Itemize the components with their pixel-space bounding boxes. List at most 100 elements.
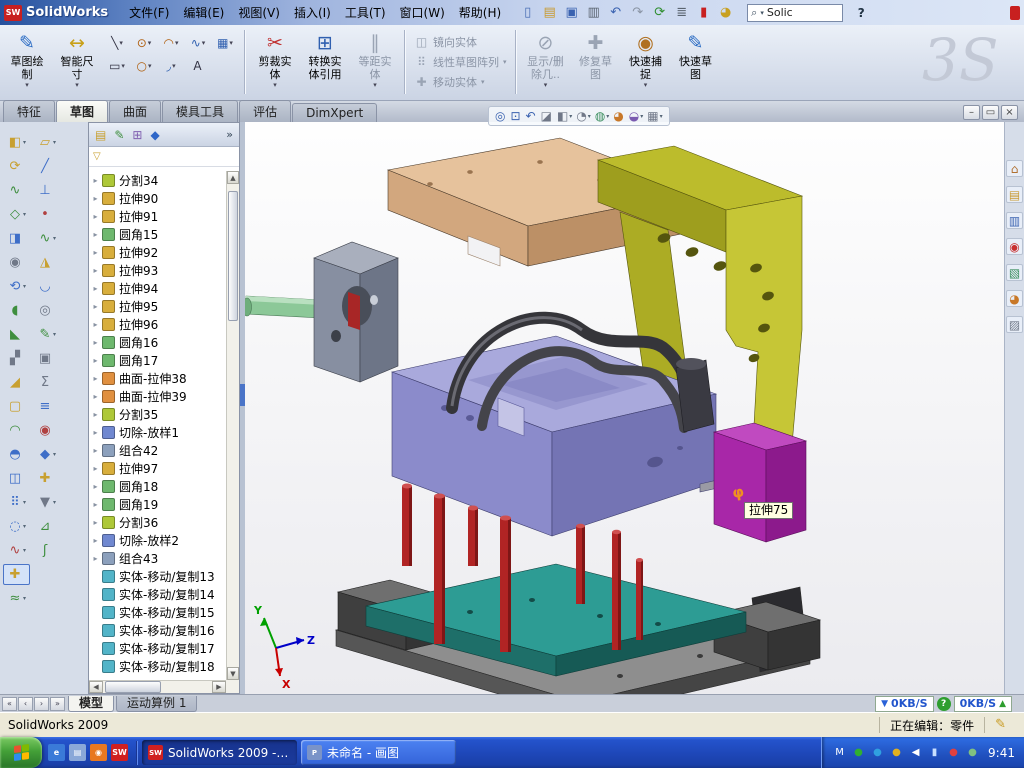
expand-arrow-icon[interactable]: ▸: [89, 284, 102, 293]
tree-item[interactable]: ▸ 拉伸91: [89, 207, 226, 225]
dimxpert-tool-icon[interactable]: ◆ ▾: [33, 444, 60, 465]
command-button[interactable]: ✚ 修复草图: [571, 28, 621, 92]
ellipse-icon[interactable]: ○ ▾: [131, 55, 157, 76]
restore-button[interactable]: ▭: [982, 105, 999, 120]
dropdown-arrow-icon[interactable]: ▾: [544, 81, 548, 89]
dropdown-arrow-icon[interactable]: ▾: [481, 78, 485, 86]
spline-tool-icon[interactable]: ʃ: [33, 540, 60, 561]
rebuild-icon[interactable]: ⟳: [650, 3, 669, 22]
edit-appearance-icon[interactable]: ◕: [716, 3, 735, 22]
view-orientation-icon[interactable]: ◧ ▾: [556, 109, 573, 123]
revolve-cut-icon[interactable]: ⟲ ▾: [3, 276, 30, 297]
home-icon[interactable]: ⌂: [1006, 160, 1023, 177]
commandmanager-tab[interactable]: DimXpert: [292, 103, 377, 122]
lofted-boss-icon[interactable]: ◇ ▾: [3, 204, 30, 225]
dropdown-arrow-icon[interactable]: ▾: [53, 331, 56, 338]
dropdown-arrow-icon[interactable]: ▾: [175, 39, 179, 47]
design-library-icon[interactable]: ▤: [1006, 186, 1023, 203]
tab-nav-button[interactable]: ‹: [18, 697, 33, 711]
previous-view-icon[interactable]: ↶: [525, 109, 538, 123]
dropdown-arrow-icon[interactable]: ▾: [53, 451, 56, 458]
sketch-picture-icon[interactable]: ▣: [33, 348, 60, 369]
expand-arrow-icon[interactable]: ▸: [89, 428, 102, 437]
mirror-feature-icon[interactable]: ◫: [3, 468, 30, 489]
scroll-down-icon[interactable]: ▼: [227, 667, 239, 680]
ie-icon[interactable]: e: [48, 744, 65, 761]
document-tab[interactable]: 运动算例 1: [116, 696, 197, 712]
tree-item[interactable]: ▸ 圆角18: [89, 477, 226, 495]
wrap-icon[interactable]: ◠: [3, 420, 30, 441]
rib-icon[interactable]: ▞: [3, 348, 30, 369]
help-button[interactable]: ?: [853, 6, 869, 20]
tree-item[interactable]: 实体-移动/复制14: [89, 585, 226, 603]
command-button[interactable]: ✂ 剪裁实体 ▾: [250, 28, 300, 92]
propertymanager-tab-icon[interactable]: ✎: [114, 128, 124, 142]
expand-arrow-icon[interactable]: ▸: [89, 356, 102, 365]
extrude-cut-icon[interactable]: ◨: [3, 228, 30, 249]
dropdown-arrow-icon[interactable]: ▾: [273, 81, 277, 89]
axis-icon[interactable]: ╱: [33, 156, 60, 177]
tree-item[interactable]: ▸ 组合43: [89, 549, 226, 567]
sensor-icon[interactable]: ◉: [33, 420, 60, 441]
menu-item[interactable]: 帮助(H): [452, 2, 508, 23]
selection-filter-icon[interactable]: ▼ ▾: [33, 492, 60, 513]
command-button[interactable]: ∥ 等距实体 ▾: [350, 28, 400, 92]
upload-speed-box[interactable]: 0KB/S ▲: [954, 696, 1012, 712]
coordinate-system-icon[interactable]: ⊥: [33, 180, 60, 201]
sketch-fillet-icon[interactable]: ◞ ▾: [158, 55, 184, 76]
expand-arrow-icon[interactable]: ▸: [89, 266, 102, 275]
chamfer-icon[interactable]: ◣: [3, 324, 30, 345]
tree-item[interactable]: ▸ 分割36: [89, 513, 226, 531]
dropdown-arrow-icon[interactable]: ▾: [606, 113, 609, 120]
network-icon[interactable]: ▮: [927, 745, 942, 760]
tree-item[interactable]: 实体-移动/复制15: [89, 603, 226, 621]
red-flag-icon[interactable]: ▮: [694, 3, 713, 22]
helix-icon[interactable]: ◎: [33, 300, 60, 321]
freeform-icon[interactable]: ≈ ▾: [3, 588, 30, 609]
featuremanager-tab-icon[interactable]: ▤: [95, 128, 106, 142]
swept-boss-icon[interactable]: ∿: [3, 180, 30, 201]
input-method-icon[interactable]: M: [832, 745, 847, 760]
expand-arrow-icon[interactable]: ▸: [89, 338, 102, 347]
display-style-icon[interactable]: ◔ ▾: [575, 109, 592, 123]
expand-arrow-icon[interactable]: ▸: [89, 446, 102, 455]
expand-arrow-icon[interactable]: ▸: [89, 212, 102, 221]
tree-horizontal-scrollbar[interactable]: ◀ ▶: [89, 680, 226, 693]
instant2d-icon[interactable]: ✚: [33, 468, 60, 489]
tree-item[interactable]: ▸ 拉伸97: [89, 459, 226, 477]
download-speed-box[interactable]: ▼ 0KB/S: [875, 696, 933, 712]
curve-icon[interactable]: ∿ ▾: [3, 540, 30, 561]
tree-item[interactable]: ▸ 圆角17: [89, 351, 226, 369]
document-tab[interactable]: 模型: [68, 696, 114, 712]
zoom-area-icon[interactable]: ⊡: [509, 109, 522, 123]
redo-icon[interactable]: ↷: [628, 3, 647, 22]
line-icon[interactable]: ╲ ▾: [104, 32, 130, 53]
tree-item[interactable]: ▸ 分割34: [89, 171, 226, 189]
section-view-icon[interactable]: ◪: [540, 109, 554, 123]
circle-icon[interactable]: ⊙ ▾: [131, 32, 157, 53]
antivirus-icon[interactable]: ●: [851, 745, 866, 760]
start-button[interactable]: [0, 737, 42, 768]
command-button[interactable]: ✚ 移动实体 ▾: [410, 72, 511, 92]
file-explorer-icon[interactable]: ▥: [1006, 212, 1023, 229]
update-icon[interactable]: ●: [946, 745, 961, 760]
sketch-text-icon[interactable]: A: [185, 55, 211, 76]
view-palette-icon[interactable]: ▧: [1006, 264, 1023, 281]
tree-item[interactable]: ▸ 拉伸96: [89, 315, 226, 333]
point-icon[interactable]: •: [33, 204, 60, 225]
3d-sketch-icon[interactable]: ✎ ▾: [33, 324, 60, 345]
dropdown-arrow-icon[interactable]: ▾: [121, 62, 125, 70]
graphics-area[interactable]: φ: [245, 122, 1004, 694]
command-button[interactable]: ⠿ 线性草图阵列 ▾: [410, 52, 511, 72]
tree-item[interactable]: ▸ 拉伸93: [89, 261, 226, 279]
dropdown-arrow-icon[interactable]: ▾: [23, 283, 26, 290]
dropdown-arrow-icon[interactable]: ▾: [23, 499, 26, 506]
tab-nav-button[interactable]: «: [2, 697, 17, 711]
scroll-right-icon[interactable]: ▶: [212, 681, 226, 693]
commandmanager-tab[interactable]: 模具工具: [162, 100, 238, 122]
dropdown-arrow-icon[interactable]: ▾: [569, 113, 572, 120]
zoom-fit-icon[interactable]: ◎: [494, 109, 507, 123]
menu-item[interactable]: 窗口(W): [393, 2, 452, 23]
dropdown-arrow-icon[interactable]: ▾: [373, 81, 377, 89]
revolve-boss-icon[interactable]: ⟳: [3, 156, 30, 177]
